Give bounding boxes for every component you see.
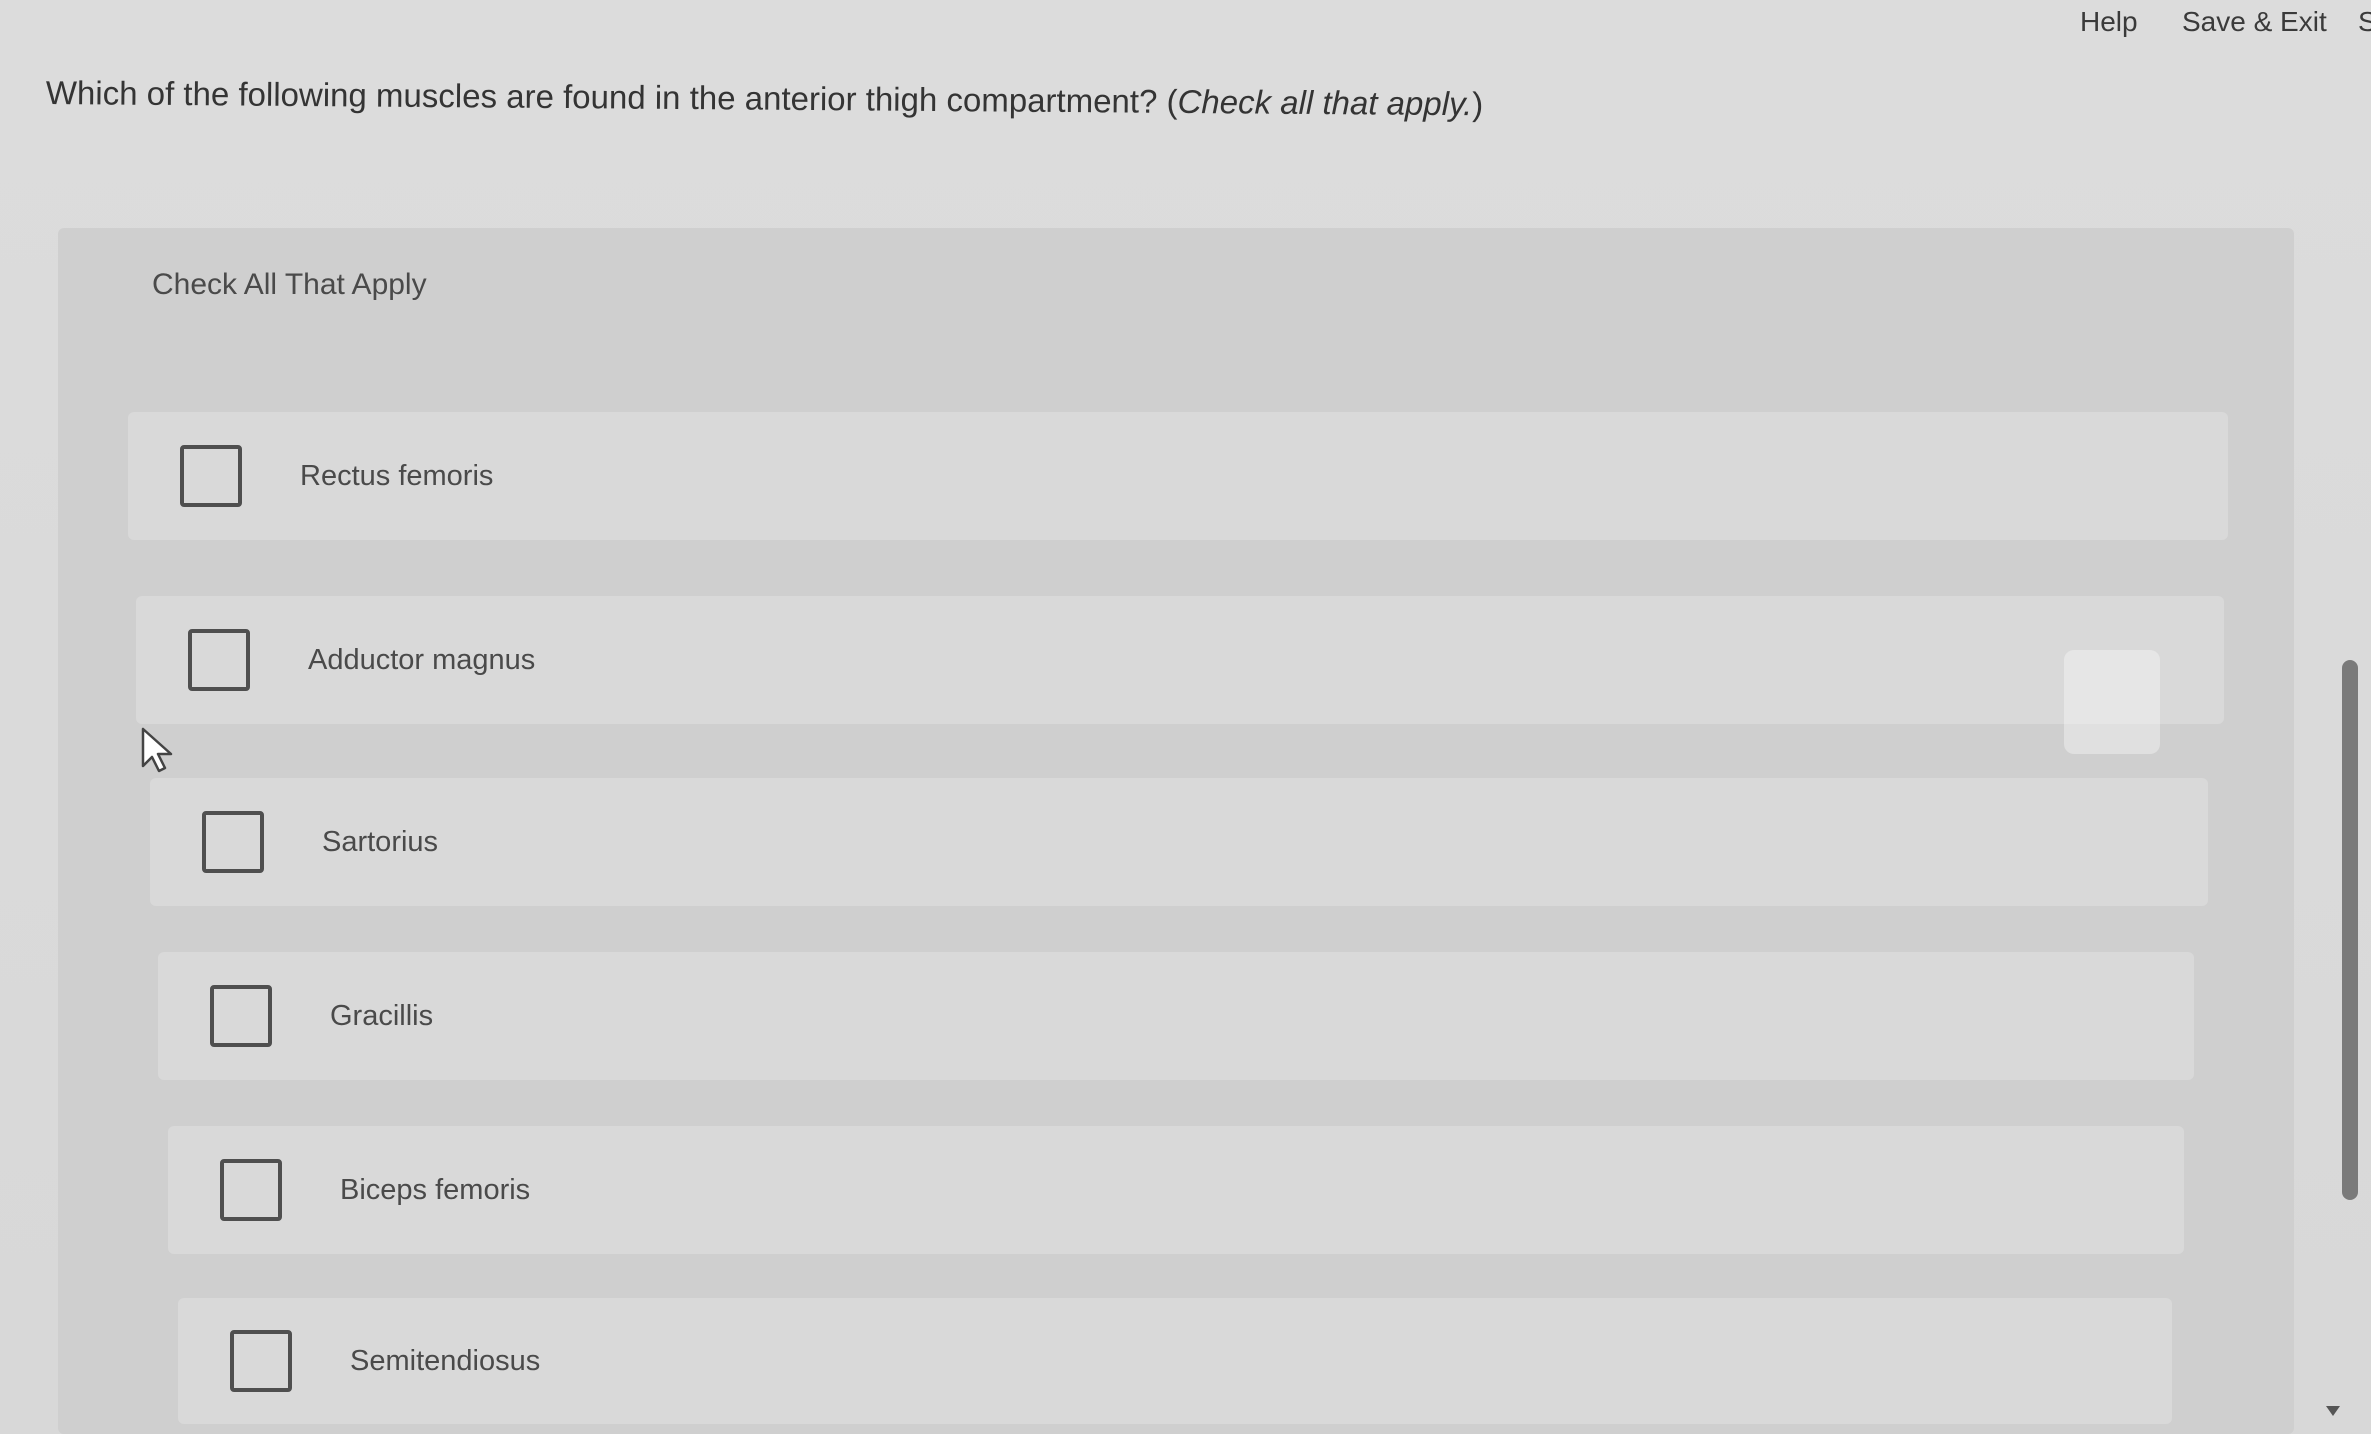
option-label: Semitendiosus [350, 1344, 541, 1377]
option-sartorius[interactable]: Sartorius [150, 778, 2208, 906]
help-link[interactable]: Help [2080, 6, 2138, 38]
save-exit-link[interactable]: Save & Exit [2182, 6, 2327, 38]
option-checkbox[interactable] [180, 445, 242, 507]
option-semitendiosus[interactable]: Semitendiosus [178, 1298, 2172, 1424]
option-adductor-magnus[interactable]: Adductor magnus [136, 596, 2224, 724]
vertical-scrollbar[interactable] [2342, 660, 2358, 1200]
option-checkbox[interactable] [220, 1159, 282, 1221]
panel-header: Check All That Apply [152, 268, 427, 301]
chevron-down-icon[interactable] [2324, 1404, 2342, 1418]
question-instruction: Check all that apply. [1177, 82, 1473, 123]
arrow-cursor-icon [141, 727, 173, 773]
option-label: Sartorius [322, 825, 439, 858]
option-label: Gracillis [330, 999, 434, 1032]
screen-glare [2064, 650, 2160, 754]
option-label: Adductor magnus [308, 643, 536, 676]
question-prompt: Which of the following muscles are found… [46, 74, 1484, 123]
option-label: Rectus femoris [300, 459, 494, 492]
option-gracillis[interactable]: Gracillis [158, 952, 2194, 1080]
option-checkbox[interactable] [230, 1330, 292, 1392]
top-bar: Help Save & Exit S [0, 0, 2371, 58]
option-rectus-femoris[interactable]: Rectus femoris [128, 412, 2228, 540]
option-biceps-femoris[interactable]: Biceps femoris [168, 1126, 2184, 1254]
option-checkbox[interactable] [202, 811, 264, 873]
option-checkbox[interactable] [188, 629, 250, 691]
question-close-paren: ) [1472, 85, 1484, 123]
option-label: Biceps femoris [340, 1173, 531, 1206]
option-checkbox[interactable] [210, 985, 272, 1047]
submit-link-partial[interactable]: S [2358, 6, 2371, 38]
question-text: Which of the following muscles are found… [45, 74, 1178, 120]
